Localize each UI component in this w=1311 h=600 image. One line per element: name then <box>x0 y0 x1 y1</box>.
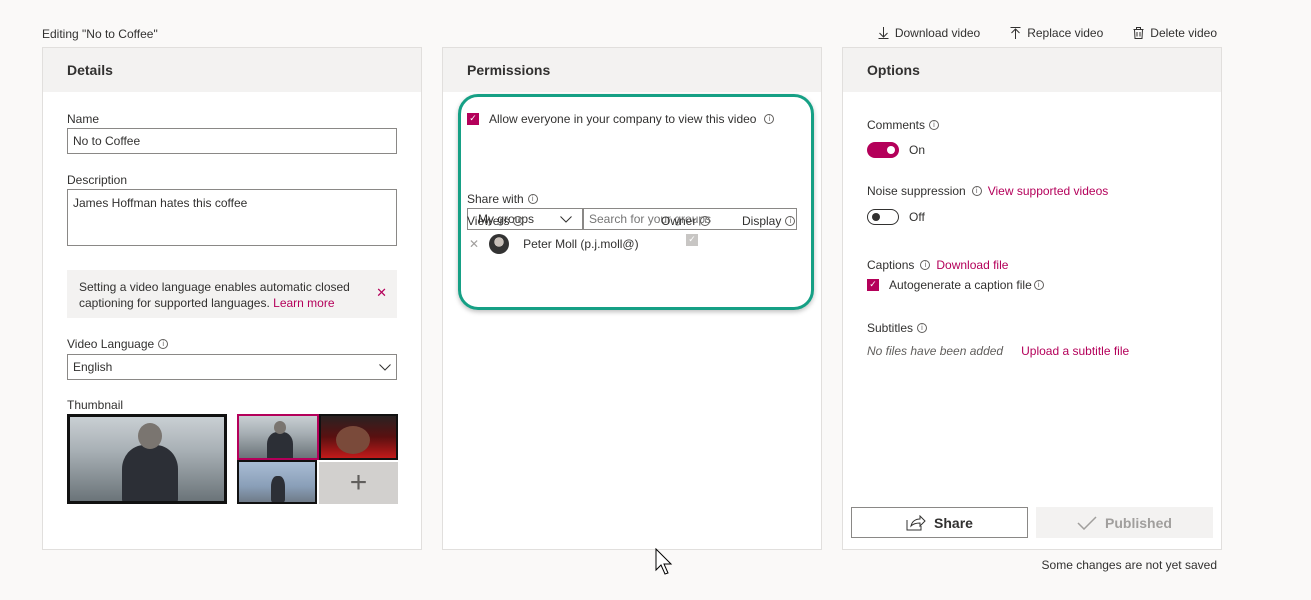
description-label: Description <box>67 173 128 187</box>
comments-toggle[interactable] <box>867 142 899 158</box>
avatar <box>489 234 510 254</box>
checkmark-icon <box>1077 515 1097 530</box>
subtitles-empty-text: No files have been added <box>867 344 1004 358</box>
replace-video-button[interactable]: Replace video <box>1010 26 1103 40</box>
viewers-text: Viewers <box>467 214 510 228</box>
viewer-name: Peter Moll (p.j.moll@) <box>523 237 639 251</box>
permissions-panel: Permissions ✓ Allow everyone in your com… <box>442 47 822 550</box>
owner-checkbox[interactable]: ✓ <box>686 234 698 246</box>
comments-label: Comments i <box>867 118 940 132</box>
thumbnail-option-selected[interactable] <box>237 414 319 460</box>
download-video-label: Download video <box>894 26 981 40</box>
noise-suppression-label: Noise suppression i View supported video… <box>867 184 1108 198</box>
noise-text: Noise suppression <box>867 184 966 198</box>
published-button: Published <box>1036 507 1213 538</box>
share-button-label: Share <box>934 514 973 531</box>
autogenerate-row: ✓ Autogenerate a caption file i <box>867 278 1044 292</box>
info-icon[interactable]: i <box>158 339 169 349</box>
noise-toggle-row: Off <box>867 209 925 225</box>
comments-text: Comments <box>867 118 926 132</box>
autogenerate-checkbox[interactable]: ✓ <box>867 279 879 291</box>
info-icon[interactable]: i <box>513 216 524 226</box>
upload-icon <box>1010 27 1021 39</box>
owner-column-label: Owner i <box>661 214 711 228</box>
allow-everyone-row: ✓ Allow everyone in your company to view… <box>467 112 775 126</box>
info-icon[interactable]: i <box>527 194 538 204</box>
add-thumbnail-button[interactable]: + <box>319 462 398 504</box>
remove-viewer-icon[interactable]: ✕ <box>469 237 479 251</box>
delete-video-button[interactable]: Delete video <box>1133 26 1217 40</box>
upload-subtitle-link[interactable]: Upload a subtitle file <box>1021 344 1129 358</box>
language-notice: Setting a video language enables automat… <box>67 270 397 318</box>
noise-suppression-toggle[interactable] <box>867 209 899 225</box>
mouse-cursor-icon <box>655 548 673 575</box>
video-language-value: English <box>73 360 113 374</box>
page-title: Editing "No to Coffee" <box>42 27 158 41</box>
close-icon[interactable]: ✕ <box>376 285 387 301</box>
thumbnail-option[interactable] <box>319 414 398 460</box>
download-file-link[interactable]: Download file <box>936 258 1008 272</box>
thumbnail-label: Thumbnail <box>67 398 124 412</box>
plus-icon: + <box>349 466 368 499</box>
options-panel: Options Comments i On Noise suppression … <box>842 47 1222 550</box>
view-supported-videos-link[interactable]: View supported videos <box>988 184 1109 198</box>
autogenerate-label: Autogenerate a caption file <box>889 278 1032 292</box>
published-button-label: Published <box>1105 514 1172 531</box>
info-icon[interactable]: i <box>917 323 928 333</box>
comments-toggle-row: On <box>867 142 925 158</box>
chevron-down-icon <box>560 215 572 223</box>
permissions-header: Permissions <box>443 48 821 92</box>
share-with-label: Share with i <box>467 192 538 206</box>
download-video-button[interactable]: Download video <box>878 26 980 40</box>
display-text: Display <box>742 214 782 228</box>
thumbnail-preview <box>67 414 227 504</box>
info-icon[interactable]: i <box>764 114 775 124</box>
save-status: Some changes are not yet saved <box>1041 558 1217 572</box>
top-actions: Download video Replace video Delete vide… <box>878 26 1217 40</box>
share-button[interactable]: Share <box>851 507 1028 538</box>
captions-text: Captions <box>867 258 915 272</box>
trash-icon <box>1133 27 1144 39</box>
subtitles-text: Subtitles <box>867 321 914 335</box>
delete-video-label: Delete video <box>1150 26 1217 40</box>
allow-everyone-label: Allow everyone in your company to view t… <box>489 112 757 126</box>
video-language-label: Video Language i <box>67 337 169 351</box>
name-input[interactable] <box>67 128 397 154</box>
share-with-text: Share with <box>467 192 524 206</box>
info-icon[interactable]: i <box>929 120 940 130</box>
owner-text: Owner <box>661 214 697 228</box>
download-icon <box>878 27 889 39</box>
subtitles-row: No files have been added Upload a subtit… <box>867 344 1129 358</box>
share-icon <box>906 514 926 530</box>
info-icon[interactable]: i <box>920 260 931 270</box>
viewer-row: ✕ Peter Moll (p.j.moll@) <box>469 234 639 254</box>
info-icon[interactable]: i <box>971 186 982 196</box>
info-icon[interactable]: i <box>785 216 796 226</box>
thumbnail-option[interactable] <box>237 460 317 504</box>
chevron-down-icon <box>379 363 391 371</box>
options-header: Options <box>843 48 1221 92</box>
subtitles-label: Subtitles i <box>867 321 928 335</box>
captions-label: Captions i Download file <box>867 258 1008 272</box>
noise-state: Off <box>909 210 925 224</box>
details-header: Details <box>43 48 421 92</box>
details-panel: Details Name Description James Hoffman h… <box>42 47 422 550</box>
comments-state: On <box>909 143 926 157</box>
name-label: Name <box>67 112 100 126</box>
display-column-label: Display i <box>742 214 796 228</box>
description-textarea[interactable]: James Hoffman hates this coffee <box>67 189 397 246</box>
info-icon[interactable]: i <box>1033 280 1044 290</box>
learn-more-link[interactable]: Learn more <box>273 296 334 310</box>
allow-everyone-checkbox[interactable]: ✓ <box>467 113 479 125</box>
info-icon[interactable]: i <box>700 216 711 226</box>
video-language-select[interactable]: English <box>67 354 397 380</box>
replace-video-label: Replace video <box>1027 26 1104 40</box>
video-language-text: Video Language <box>67 337 155 351</box>
viewers-label: Viewers i <box>467 214 524 228</box>
